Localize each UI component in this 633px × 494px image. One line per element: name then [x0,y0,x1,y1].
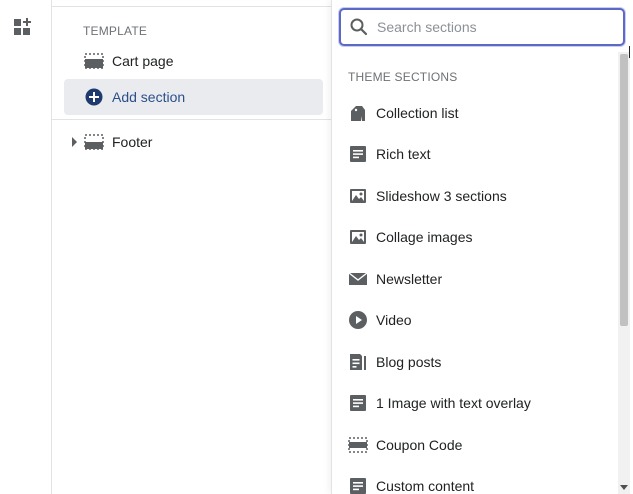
cart-page-item[interactable]: Cart page [64,43,323,79]
theme-editor-panel: TEMPLATE Cart page Add section Footer [52,0,342,494]
plus-circle-icon [84,87,104,107]
dashed-section-icon [84,132,104,152]
section-option-rich-text[interactable]: Rich text [332,134,618,176]
section-option-label: Slideshow 3 sections [376,187,507,204]
section-picker-popover: THEME SECTIONS Collection list [331,0,633,494]
divider [52,119,342,120]
search-icon [349,17,369,37]
section-option-blog-posts[interactable]: Blog posts [332,341,618,383]
add-section-label: Add section [112,89,186,105]
section-option-newsletter[interactable]: Newsletter [332,258,618,300]
left-rail [0,0,52,494]
section-option-video[interactable]: Video [332,300,618,342]
template-group-label: TEMPLATE [83,24,148,38]
section-option-custom-content[interactable]: Custom content [332,466,618,494]
section-option-image-with-text[interactable]: 1 Image with text overlay [332,383,618,425]
section-option-label: Newsletter [376,270,443,287]
expand-caret-icon[interactable] [72,137,77,147]
section-option-label: Collage images [376,229,473,246]
section-option-collage[interactable]: Collage images [332,217,618,259]
section-option-label: 1 Image with text overlay [376,395,531,412]
section-option-label: Video [376,312,412,329]
section-option-label: Coupon Code [376,436,463,453]
text-block-icon [348,476,368,494]
dashed-section-icon [348,435,368,455]
cart-page-label: Cart page [112,53,174,69]
add-section-button[interactable]: Add section [64,79,323,115]
dashed-section-icon [84,51,104,71]
scrollbar[interactable] [618,52,630,494]
footer-item[interactable]: Footer [64,124,323,160]
section-option-label: Collection list [376,104,459,121]
section-option-label: Blog posts [376,353,442,370]
section-option-collection-list[interactable]: Collection list [332,92,618,134]
text-block-icon [348,393,368,413]
divider [52,6,342,7]
section-list: Collection list Rich text Slideshow 3 se… [332,92,618,494]
text-block-icon [348,144,368,164]
search-field[interactable] [339,8,625,46]
search-input[interactable] [377,19,607,35]
section-option-label: Rich text [376,146,431,163]
scroll-down-arrow-icon[interactable] [620,485,628,490]
play-icon [348,310,368,330]
image-icon [348,227,368,247]
theme-sections-heading: THEME SECTIONS [348,70,458,84]
section-option-label: Custom content [376,478,475,494]
add-block-icon[interactable] [12,16,34,38]
section-option-coupon-code[interactable]: Coupon Code [332,424,618,466]
blog-icon [348,352,368,372]
collection-icon [348,103,368,123]
footer-label: Footer [112,134,153,150]
text-cursor-icon [629,46,631,58]
section-option-slideshow[interactable]: Slideshow 3 sections [332,175,618,217]
envelope-icon [348,269,368,289]
image-icon [348,186,368,206]
scrollbar-thumb[interactable] [620,54,628,326]
